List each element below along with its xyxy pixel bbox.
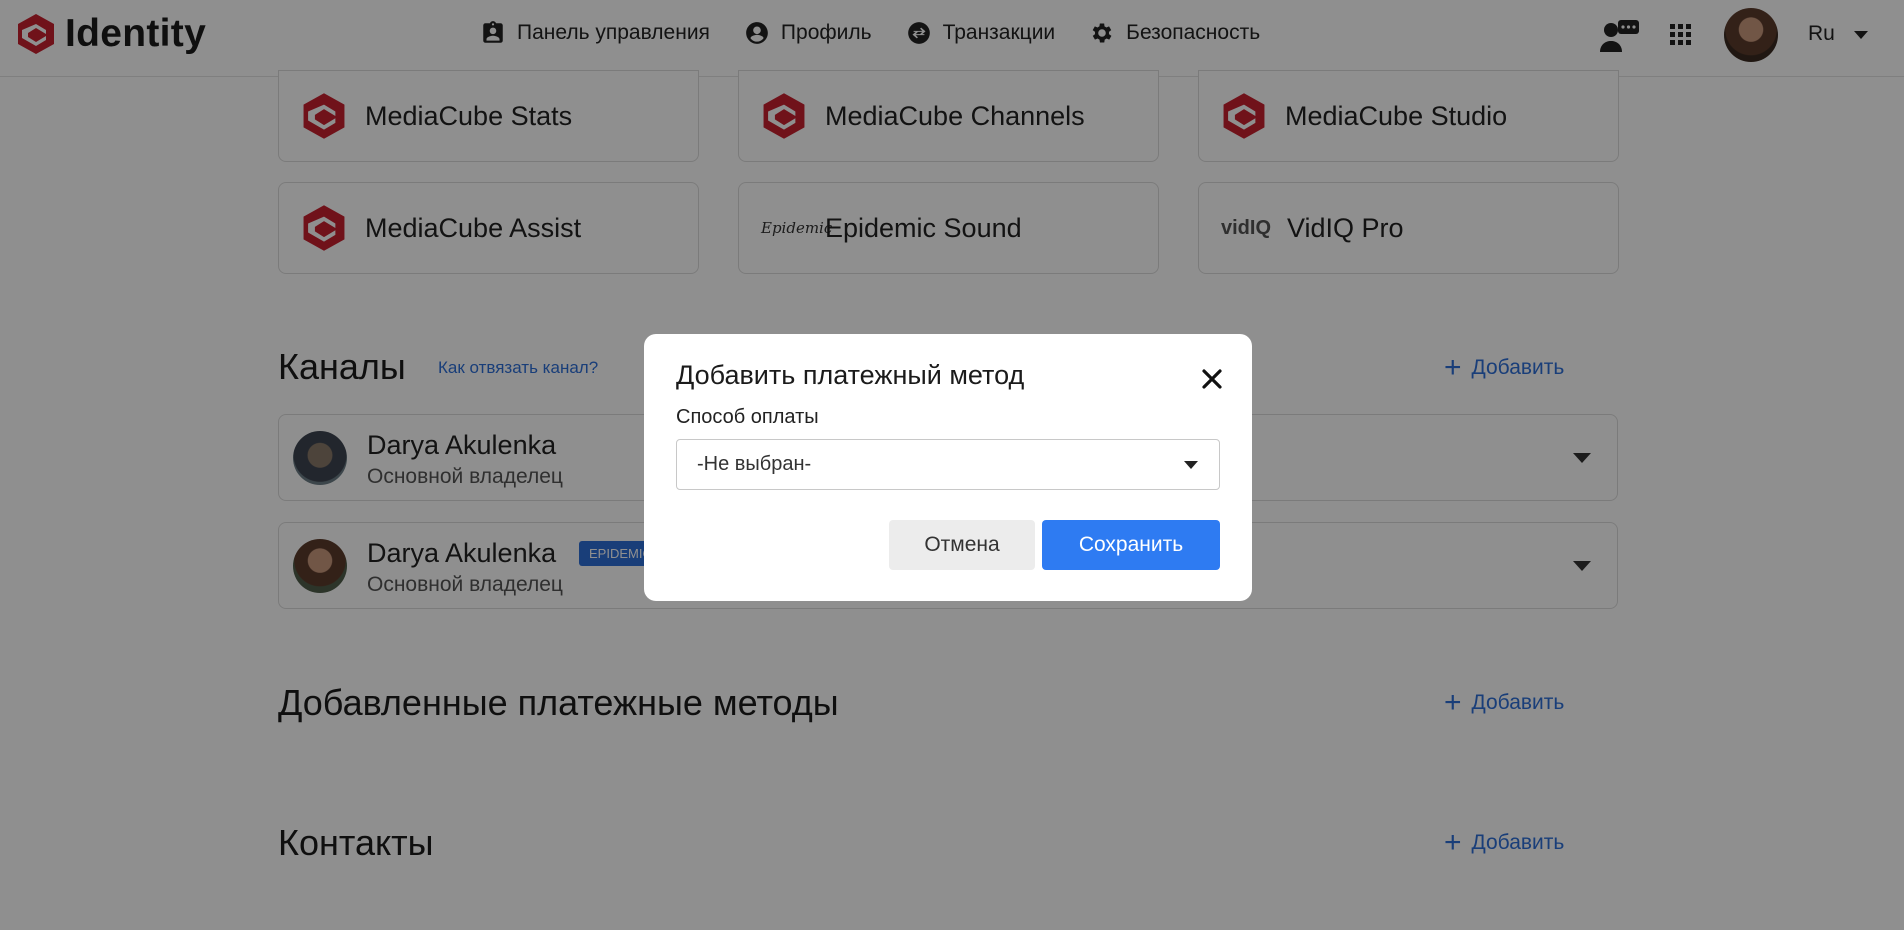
- payment-method-label: Способ оплаты: [676, 406, 819, 428]
- close-icon[interactable]: [1197, 364, 1227, 394]
- add-payment-method-dialog: Добавить платежный метод Способ оплаты -…: [644, 334, 1252, 601]
- save-button[interactable]: Сохранить: [1042, 520, 1220, 570]
- dialog-title: Добавить платежный метод: [676, 360, 1025, 390]
- chevron-down-icon: [1184, 461, 1198, 469]
- payment-method-select[interactable]: -Не выбран-: [676, 439, 1220, 490]
- select-value: -Не выбран-: [697, 453, 812, 475]
- cancel-button[interactable]: Отмена: [889, 520, 1035, 570]
